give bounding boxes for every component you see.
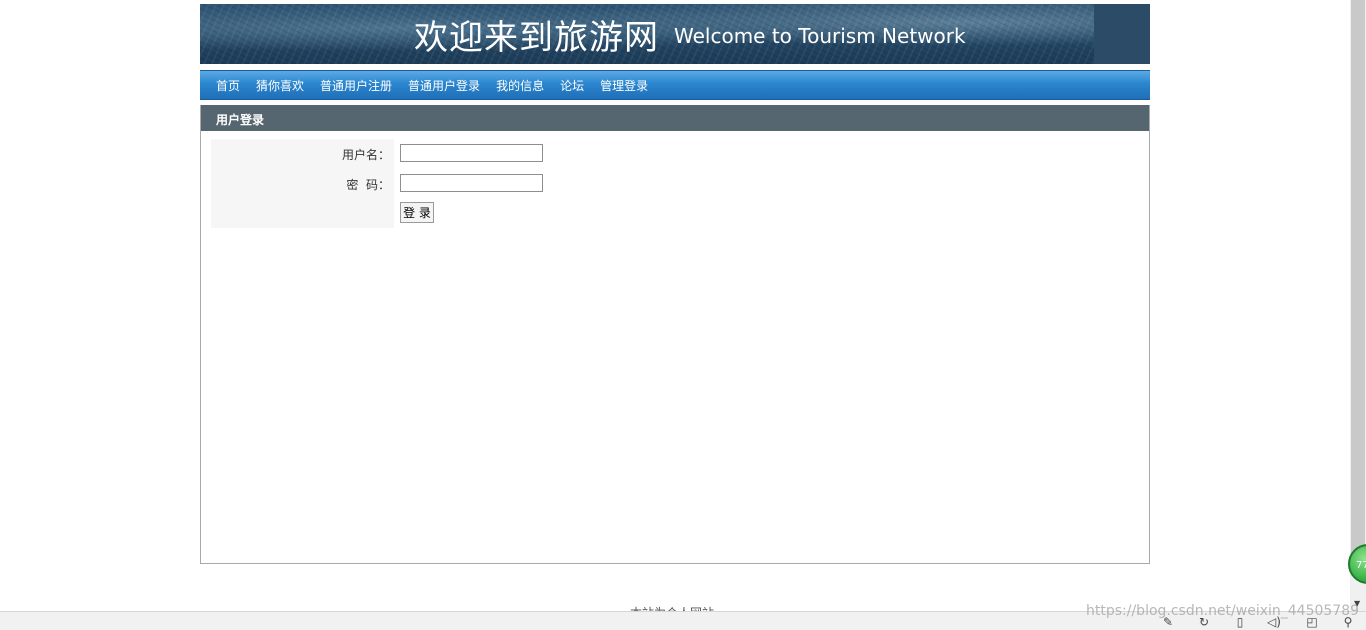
window-icon[interactable]: ◰	[1304, 614, 1320, 630]
nav-forum[interactable]: 论坛	[552, 77, 592, 94]
banner-title-cn: 欢迎来到旅游网	[414, 18, 659, 58]
nav-user-register[interactable]: 普通用户注册	[312, 77, 400, 94]
password-label: 密 码：	[346, 178, 390, 192]
login-button[interactable]: 登 录	[400, 202, 434, 223]
main-nav: 首页 猜你喜欢 普通用户注册 普通用户登录 我的信息 论坛 管理登录	[200, 70, 1150, 100]
refresh-icon[interactable]: ↻	[1196, 614, 1212, 630]
password-input[interactable]	[400, 174, 543, 192]
panel-title: 用户登录	[201, 105, 1149, 131]
nav-recommend[interactable]: 猜你喜欢	[248, 77, 312, 94]
vertical-scrollbar[interactable]: ▼	[1350, 0, 1366, 612]
site-banner: 欢迎来到旅游网 Welcome to Tourism Network	[200, 4, 1150, 64]
username-input[interactable]	[400, 144, 543, 162]
volume-icon[interactable]: ◁)	[1266, 614, 1282, 630]
trash-icon[interactable]: ▯	[1232, 614, 1248, 630]
banner-title-en: Welcome to Tourism Network	[674, 24, 966, 48]
nav-home[interactable]: 首页	[208, 77, 248, 94]
nav-user-login[interactable]: 普通用户登录	[400, 77, 488, 94]
scrollbar-thumb[interactable]	[1351, 0, 1365, 560]
search-icon[interactable]: ⚲	[1340, 614, 1356, 630]
login-panel: 用户登录 用户名： 密 码： 登 录	[200, 105, 1150, 564]
username-label: 用户名：	[341, 148, 390, 162]
banner-decoration	[1094, 4, 1150, 64]
label-column: 用户名： 密 码：	[211, 139, 394, 228]
nav-my-info[interactable]: 我的信息	[488, 77, 552, 94]
pin-icon[interactable]: ✎	[1160, 614, 1176, 630]
nav-admin-login[interactable]: 管理登录	[592, 77, 656, 94]
page-container: 欢迎来到旅游网 Welcome to Tourism Network 首页 猜你…	[200, 4, 1150, 564]
